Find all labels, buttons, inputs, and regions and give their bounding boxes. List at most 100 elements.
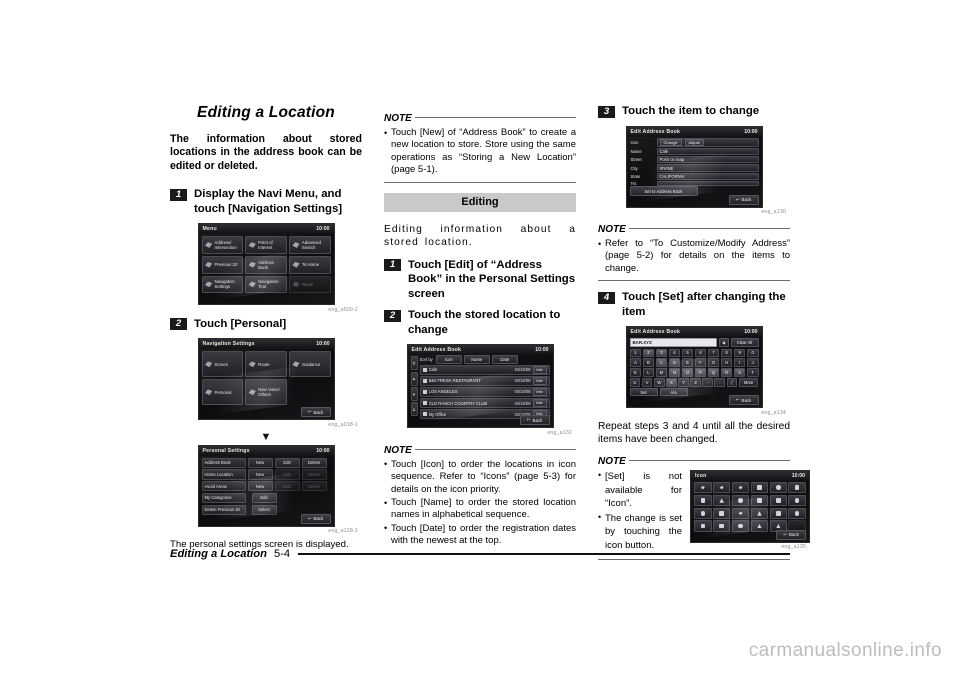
icon-option[interactable] <box>712 494 731 507</box>
field-value[interactable]: Point on map <box>656 156 759 164</box>
icon-option[interactable] <box>731 494 750 507</box>
more-button[interactable]: More <box>738 378 759 387</box>
clear-all-button[interactable]: Clear All <box>730 338 759 348</box>
back-button[interactable]: Back <box>300 513 331 524</box>
scroll-bottom-icon[interactable]: ⇊ <box>410 402 418 417</box>
info-button[interactable]: Info <box>532 376 547 385</box>
navset-button-personal[interactable]: Personal <box>201 379 244 406</box>
back-button[interactable]: Back <box>728 194 759 205</box>
navset-button-screen[interactable]: Screen <box>201 351 244 378</box>
menu-button-navigation-settings[interactable]: Navigation Settings <box>201 275 244 294</box>
key[interactable]: 3 <box>655 348 668 358</box>
key[interactable]: S <box>733 368 746 377</box>
icon-option[interactable] <box>769 507 788 520</box>
key[interactable]: F <box>694 358 707 368</box>
icon-option[interactable] <box>769 494 788 507</box>
key[interactable]: 7 <box>707 348 720 358</box>
new-button[interactable]: New <box>247 469 273 480</box>
key[interactable]: T <box>746 368 759 377</box>
back-button[interactable]: Back <box>728 395 759 406</box>
icon-option[interactable] <box>694 494 712 507</box>
back-button[interactable]: Back <box>300 407 331 418</box>
back-button[interactable]: Back <box>519 415 550 426</box>
key[interactable]: 5 <box>681 348 694 358</box>
key[interactable]: L <box>642 368 655 377</box>
key[interactable]: E <box>681 358 694 368</box>
icon-option[interactable] <box>750 507 769 520</box>
sort-icon-button[interactable]: Icon <box>435 355 462 365</box>
icon-option[interactable] <box>731 481 750 494</box>
key[interactable]: 9 <box>733 348 746 358</box>
menu-button[interactable]: Point of Interest <box>245 236 287 254</box>
icon-option[interactable] <box>712 481 731 494</box>
icon-option[interactable] <box>788 494 806 507</box>
menu-button[interactable]: Address Book <box>245 255 287 274</box>
icon-option[interactable] <box>750 494 769 507</box>
field-value[interactable]: IRVINE <box>656 164 759 172</box>
info-button[interactable]: Info <box>532 387 547 396</box>
key[interactable]: J <box>746 358 759 368</box>
key[interactable]: V <box>641 378 653 387</box>
key[interactable]: 4 <box>668 348 681 358</box>
key[interactable]: 8 <box>720 348 733 358</box>
icon-option[interactable] <box>694 520 712 532</box>
icon-option[interactable] <box>769 481 788 494</box>
menu-button[interactable]: To Home <box>288 255 331 274</box>
adjust-button[interactable]: Adjust <box>684 138 704 146</box>
backspace-icon[interactable]: ◀ <box>718 338 729 348</box>
icon-option[interactable] <box>750 481 769 494</box>
key[interactable]: 0 <box>746 348 759 358</box>
info-button[interactable]: Info <box>532 365 547 374</box>
scroll-down-icon[interactable]: ▼ <box>410 387 418 401</box>
scrollbar[interactable]: ⇈ ▲ ▼ ⇊ <box>410 356 418 417</box>
icon-option[interactable] <box>788 507 806 520</box>
sort-date-button[interactable]: Date <box>491 355 518 365</box>
key[interactable]: R <box>720 368 733 377</box>
key[interactable]: ( <box>726 378 738 387</box>
navset-button-guidance[interactable]: Guidance <box>288 351 331 378</box>
key[interactable]: 1 <box>629 348 642 358</box>
icon-option[interactable] <box>731 520 750 532</box>
key[interactable]: A <box>629 358 642 368</box>
key[interactable]: P <box>694 368 707 377</box>
key[interactable]: 2 <box>642 348 655 358</box>
sort-name-button[interactable]: Name <box>463 355 490 365</box>
menu-button[interactable]: Previous 20 <box>201 255 244 274</box>
key[interactable]: N <box>668 368 681 377</box>
icon-option[interactable] <box>750 520 769 532</box>
key[interactable]: W <box>653 378 665 387</box>
key[interactable]: X <box>665 378 677 387</box>
key[interactable]: D <box>668 358 681 368</box>
key[interactable]: B <box>642 358 655 368</box>
text-input[interactable]: BAR.XYZ <box>629 338 717 348</box>
set-to-address-book-button[interactable]: Set to Address Book <box>629 186 698 197</box>
key[interactable]: Y <box>678 378 689 387</box>
icon-option[interactable] <box>694 481 712 494</box>
icon-option[interactable] <box>712 507 731 520</box>
delete-button[interactable]: Delete <box>301 457 327 468</box>
case-toggle-button[interactable]: A/a <box>659 388 688 397</box>
navset-button-route[interactable]: Route <box>245 351 287 378</box>
new-button[interactable]: New <box>247 457 273 468</box>
key[interactable]: Q <box>707 368 720 377</box>
icon-option[interactable] <box>694 507 712 520</box>
key[interactable]: U <box>629 378 641 387</box>
key[interactable]: . <box>714 378 726 387</box>
icon-option[interactable] <box>731 507 750 520</box>
menu-button[interactable]: Navigation Tool <box>245 275 287 294</box>
new-button[interactable]: New <box>247 481 273 492</box>
key[interactable]: C <box>655 358 668 368</box>
menu-button[interactable]: Advanced Search <box>288 236 331 254</box>
icon-option[interactable] <box>712 520 731 532</box>
edit-button[interactable]: Edit <box>274 457 300 468</box>
list-item[interactable]: Cafe 04/16/08 Info <box>419 364 550 375</box>
list-item[interactable]: OLD RANCH COUNTRY CLUB 04/16/08 Info <box>419 398 550 409</box>
field-value[interactable]: Change Adjust <box>656 137 759 147</box>
key[interactable]: 6 <box>694 348 707 358</box>
set-button[interactable]: Set <box>629 388 658 397</box>
scroll-up-icon[interactable]: ▲ <box>410 371 418 386</box>
change-button[interactable]: Change <box>659 138 682 146</box>
menu-button[interactable]: Address/ Intersection <box>201 236 244 254</box>
navset-button-navi-voice[interactable]: Navi Voice/ Others <box>245 379 287 406</box>
key[interactable]: M <box>655 368 668 377</box>
